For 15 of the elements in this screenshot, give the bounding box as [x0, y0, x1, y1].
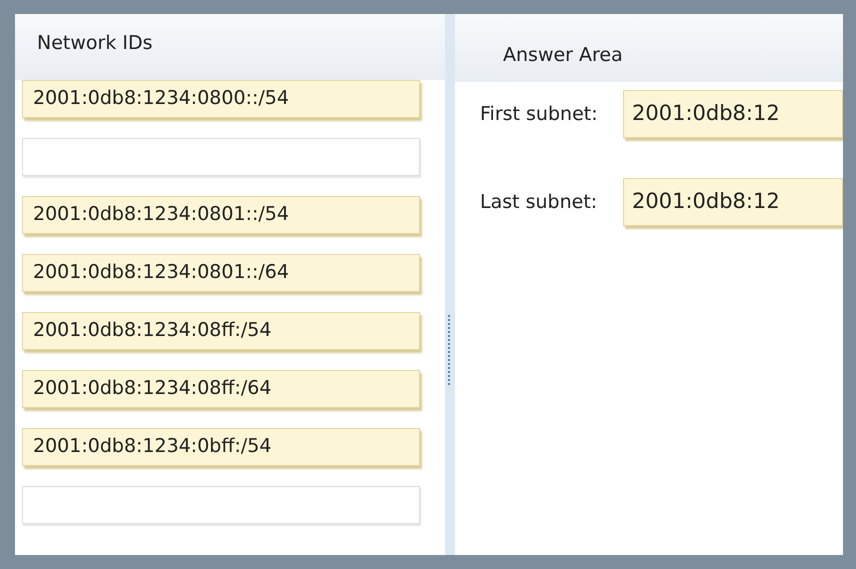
- network-id-tile[interactable]: 2001:0db8:1234:0801::/64: [22, 254, 420, 292]
- panel-title: Network IDs: [37, 32, 153, 54]
- empty-slot[interactable]: [22, 486, 420, 524]
- splitter-handle[interactable]: [448, 314, 452, 384]
- subnet-label: Last subnet:: [480, 191, 598, 213]
- empty-slot[interactable]: [22, 138, 420, 176]
- network-id-tile[interactable]: 2001:0db8:1234:0800::/54: [22, 80, 420, 118]
- network-id-tile[interactable]: 2001:0db8:1234:0bff:/54: [22, 428, 420, 466]
- panel-title: Answer Area: [503, 44, 623, 66]
- network-id-tile[interactable]: 2001:0db8:1234:08ff:/64: [22, 370, 420, 408]
- network-id-tile[interactable]: 2001:0db8:1234:0801::/54: [22, 196, 420, 234]
- answer-tile[interactable]: 2001:0db8:12: [623, 90, 843, 138]
- answer-tile[interactable]: 2001:0db8:12: [623, 178, 843, 226]
- network-id-tile[interactable]: 2001:0db8:1234:08ff:/54: [22, 312, 420, 350]
- subnet-label: First subnet:: [480, 103, 599, 125]
